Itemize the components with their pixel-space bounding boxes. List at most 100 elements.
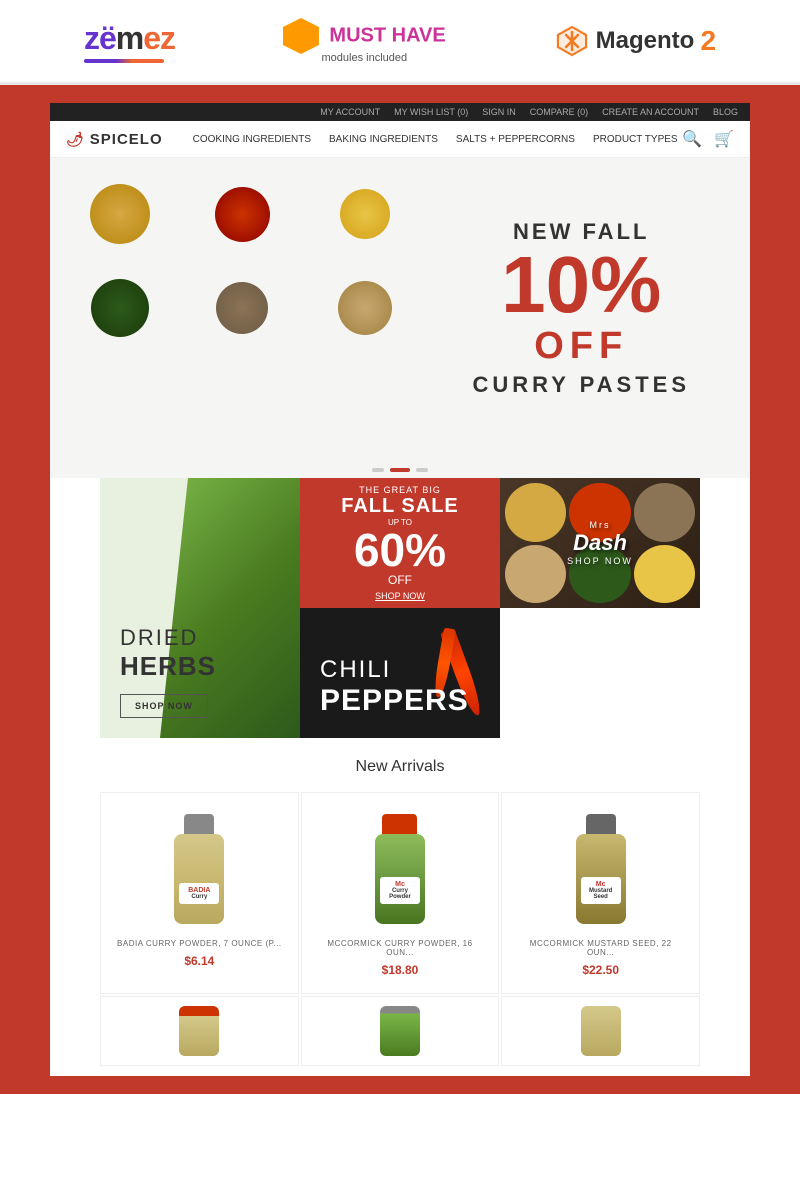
store-logo-text: SPICELO xyxy=(90,131,163,148)
product-name-3: MCCORMICK MUSTARD SEED, 22 OUN... xyxy=(518,939,683,957)
dash-brand: Mrs xyxy=(567,520,633,530)
chili-icon: 🌶 xyxy=(66,131,85,148)
bottle-label-3: McMustardSeed xyxy=(581,877,621,904)
nav-icons: 🔍 🛒 xyxy=(682,129,734,149)
product-placeholder-6 xyxy=(581,1006,621,1056)
bottle-label-1: BADIACurry xyxy=(179,883,219,904)
dried-label: DRIED xyxy=(120,625,216,651)
nav-baking[interactable]: BAKING INGREDIENTS xyxy=(329,134,438,145)
mccormick-mustard-bottle: McMustardSeed xyxy=(576,814,626,924)
musthave-logo[interactable]: MUST HAVE modules included xyxy=(283,18,446,64)
hero-off: OFF xyxy=(472,325,690,368)
dot-2[interactable] xyxy=(390,468,410,472)
promo-sale[interactable]: THE GREAT BIG FALL SALE UP TO 60% OFF SH… xyxy=(300,478,500,608)
product-card-1[interactable]: BADIACurry BADIA CURRY POWDER, 7 OUNCE (… xyxy=(100,792,299,994)
bottle-body-2: McCurryPowder xyxy=(375,834,425,924)
hero-text: NEW FALL 10% OFF CURRY PASTES xyxy=(472,219,750,398)
product-price-1: $6.14 xyxy=(117,954,282,968)
spice-bowl-2 xyxy=(215,187,270,242)
nav-links: COOKING INGREDIENTS BAKING INGREDIENTS S… xyxy=(193,134,683,145)
store-logo[interactable]: 🌶 SPICELO xyxy=(66,131,163,148)
sixty-label: 60% xyxy=(354,527,446,573)
hero-percent: 10% xyxy=(472,245,690,325)
product-placeholder-5 xyxy=(380,1006,420,1056)
product-card-2[interactable]: McCurryPowder MCCORMICK CURRY POWDER, 16… xyxy=(301,792,500,994)
product-img-2: McCurryPowder xyxy=(318,809,483,929)
bottle-cap-3 xyxy=(586,814,616,836)
new-arrivals-section: New Arrivals BADIACurry xyxy=(50,738,750,1076)
spice-bowl-3 xyxy=(340,189,390,239)
topbar-sign-in[interactable]: SIGN IN xyxy=(482,107,516,117)
topbar-compare[interactable]: COMPARE (0) xyxy=(530,107,588,117)
sc-1 xyxy=(505,483,566,542)
badia-bottle: BADIACurry xyxy=(174,814,224,924)
herbs-shop-now[interactable]: SHOP NOW xyxy=(120,694,208,718)
topbar-create-account[interactable]: CREATE AN ACCOUNT xyxy=(602,107,699,117)
search-icon[interactable]: 🔍 xyxy=(682,129,702,149)
product-img-1: BADIACurry xyxy=(117,809,282,929)
products-grid: BADIACurry BADIA CURRY POWDER, 7 OUNCE (… xyxy=(100,792,700,994)
promo-dash[interactable]: Mrs Dash SHOP NOW xyxy=(500,478,700,608)
topbar-blog[interactable]: BLOG xyxy=(713,107,738,117)
spice-bowl-4 xyxy=(91,279,149,337)
products-grid-bottom xyxy=(100,996,700,1066)
promo-chili[interactable]: CHILI PEPPERS xyxy=(300,608,500,738)
peppers-label: PEPPERS xyxy=(320,684,469,718)
herbs-text: DRIED HERBS SHOP NOW xyxy=(120,625,216,718)
zemes-logo[interactable]: zëmez xyxy=(84,20,175,63)
product-price-3: $22.50 xyxy=(518,963,683,977)
sale-shop-link[interactable]: SHOP NOW xyxy=(375,591,425,601)
off-pct-label: OFF xyxy=(388,573,412,587)
product-card-3[interactable]: McMustardSeed MCCORMICK MUSTARD SEED, 22… xyxy=(501,792,700,994)
sc-4 xyxy=(505,545,566,604)
great-big-label: THE GREAT BIG xyxy=(359,485,441,495)
product-card-6[interactable] xyxy=(501,996,700,1066)
dash-logo: Mrs Dash SHOP NOW xyxy=(567,520,633,566)
bottle-cap-2 xyxy=(382,814,417,836)
product-card-5[interactable] xyxy=(301,996,500,1066)
hero-dots xyxy=(50,458,750,478)
store-topbar: MY ACCOUNT MY WISH LIST (0) SIGN IN COMP… xyxy=(50,103,750,121)
bottle-body-1: BADIACurry xyxy=(174,834,224,924)
promo-grid: DRIED HERBS SHOP NOW THE GREAT BIG FALL … xyxy=(100,478,700,738)
magento-logo[interactable]: Magento 2 xyxy=(554,23,716,59)
spice-bowl-5 xyxy=(216,282,268,334)
hero-curry: CURRY PASTES xyxy=(472,372,690,398)
store-nav: 🌶 SPICELO COOKING INGREDIENTS BAKING ING… xyxy=(50,121,750,158)
cart-icon[interactable]: 🛒 xyxy=(714,129,734,149)
dot-1[interactable] xyxy=(372,468,384,472)
bottle-cap-1 xyxy=(184,814,214,836)
nav-product-types[interactable]: PRODUCT TYPES xyxy=(593,134,678,145)
sc-6 xyxy=(634,545,695,604)
red-section: MY ACCOUNT MY WISH LIST (0) SIGN IN COMP… xyxy=(0,85,800,1094)
fall-sale-label: FALL SALE xyxy=(341,495,459,518)
product-placeholder-4 xyxy=(179,1006,219,1056)
bottle-label-2: McCurryPowder xyxy=(380,877,420,904)
product-name-1: BADIA CURRY POWDER, 7 OUNCE (P... xyxy=(117,939,282,948)
product-card-4[interactable] xyxy=(100,996,299,1066)
hero-spices xyxy=(50,158,435,458)
product-price-2: $18.80 xyxy=(318,963,483,977)
mccormick-curry-bottle: McCurryPowder xyxy=(375,814,425,924)
hero-banner: NEW FALL 10% OFF CURRY PASTES xyxy=(50,158,750,458)
top-banner: zëmez MUST HAVE modules included Magento… xyxy=(0,0,800,85)
topbar-my-account[interactable]: MY ACCOUNT xyxy=(320,107,380,117)
herbs-label: HERBS xyxy=(120,651,216,682)
bottle-body-3: McMustardSeed xyxy=(576,834,626,924)
product-img-3: McMustardSeed xyxy=(518,809,683,929)
store-wrapper: MY ACCOUNT MY WISH LIST (0) SIGN IN COMP… xyxy=(50,103,750,1076)
promo-herbs[interactable]: DRIED HERBS SHOP NOW xyxy=(100,478,300,738)
nav-salts[interactable]: SALTS + PEPPERCORNS xyxy=(456,134,575,145)
new-arrivals-title: New Arrivals xyxy=(100,758,700,776)
dash-brand-name: Dash xyxy=(573,530,627,555)
dot-3[interactable] xyxy=(416,468,428,472)
spice-bowl-1 xyxy=(90,184,150,244)
chili-label: CHILI xyxy=(320,656,469,684)
dash-shop-now: SHOP NOW xyxy=(567,556,633,566)
spice-bowl-6 xyxy=(338,281,392,335)
chili-text: CHILI PEPPERS xyxy=(320,656,469,718)
topbar-wish-list[interactable]: MY WISH LIST (0) xyxy=(394,107,468,117)
product-name-2: MCCORMICK CURRY POWDER, 16 OUN... xyxy=(318,939,483,957)
nav-cooking[interactable]: COOKING INGREDIENTS xyxy=(193,134,311,145)
sc-3 xyxy=(634,483,695,542)
